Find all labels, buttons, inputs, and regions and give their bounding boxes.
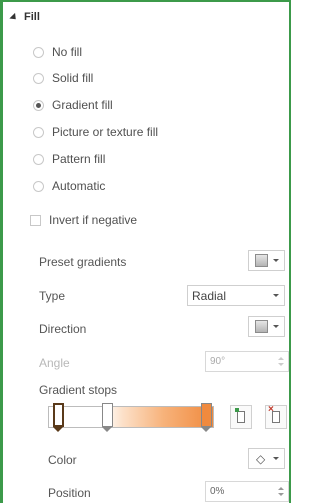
- chevron-down-icon: [273, 325, 279, 328]
- preset-gradients-dropdown[interactable]: [248, 250, 285, 271]
- chevron-down-icon: [273, 457, 279, 460]
- spinner-arrows-icon: [278, 357, 284, 366]
- invert-if-negative-checkbox[interactable]: [30, 214, 41, 226]
- radio-automatic[interactable]: [33, 180, 44, 192]
- position-spinner[interactable]: 0%: [205, 481, 289, 502]
- type-value: Radial: [192, 288, 227, 303]
- fill-option-label: No fill: [52, 45, 83, 59]
- fill-option-solid-fill[interactable]: Solid fill: [33, 69, 93, 87]
- angle-label: Angle: [39, 356, 70, 370]
- add-gradient-stop-button[interactable]: [230, 405, 252, 429]
- chevron-down-icon: [273, 259, 279, 262]
- fill-option-label: Gradient fill: [52, 98, 113, 112]
- position-label: Position: [48, 486, 91, 500]
- chevron-down-icon: [273, 294, 279, 297]
- position-value: 0%: [210, 486, 225, 497]
- add-stop-icon: [235, 408, 245, 423]
- fill-option-no-fill[interactable]: No fill: [33, 43, 82, 61]
- panel-right-border: [289, 0, 291, 503]
- fill-section-header[interactable]: Fill: [9, 8, 40, 26]
- radio-picture-fill[interactable]: [33, 126, 44, 138]
- direction-label: Direction: [39, 322, 87, 336]
- spinner-arrows-icon[interactable]: [278, 487, 284, 496]
- remove-gradient-stop-button[interactable]: [265, 404, 287, 429]
- radio-gradient-fill[interactable]: [33, 99, 44, 111]
- type-dropdown[interactable]: Radial: [187, 285, 285, 306]
- gradient-stop-1[interactable]: [53, 403, 64, 433]
- remove-stop-icon: [268, 404, 280, 423]
- gradient-stop-2[interactable]: [102, 403, 113, 433]
- fill-option-label: Solid fill: [52, 71, 94, 85]
- gradient-stop-3[interactable]: [201, 403, 212, 433]
- gradient-stops-label: Gradient stops: [39, 383, 118, 397]
- fill-option-gradient-fill[interactable]: Gradient fill: [33, 96, 113, 114]
- radio-no-fill[interactable]: [33, 46, 44, 58]
- direction-swatch-icon: [255, 320, 268, 333]
- fill-section-title: Fill: [24, 11, 40, 23]
- fill-option-label: Picture or texture fill: [52, 125, 159, 139]
- fill-option-label: Automatic: [52, 179, 106, 193]
- direction-dropdown[interactable]: [248, 316, 285, 337]
- panel-top-border: [0, 0, 291, 2]
- collapse-triangle-icon[interactable]: [9, 12, 19, 22]
- radio-pattern-fill[interactable]: [33, 153, 44, 165]
- angle-value: 90°: [210, 356, 226, 367]
- angle-spinner: 90°: [205, 351, 289, 372]
- gradient-stops-bar[interactable]: [48, 406, 214, 428]
- color-label: Color: [48, 453, 77, 467]
- type-label: Type: [39, 289, 66, 303]
- gradient-swatch-icon: [255, 254, 268, 267]
- fill-option-label: Pattern fill: [52, 152, 106, 166]
- color-dropdown[interactable]: ◇: [248, 448, 285, 469]
- fill-option-pattern-fill[interactable]: Pattern fill: [33, 150, 105, 168]
- invert-if-negative[interactable]: Invert if negative: [30, 211, 137, 229]
- paint-bucket-icon: ◇: [256, 451, 266, 466]
- fill-option-picture-fill[interactable]: Picture or texture fill: [33, 123, 158, 141]
- invert-if-negative-label: Invert if negative: [49, 213, 138, 227]
- preset-gradients-label: Preset gradients: [39, 255, 127, 269]
- fill-option-automatic[interactable]: Automatic: [33, 177, 105, 195]
- panel-left-border: [0, 0, 3, 503]
- radio-solid-fill[interactable]: [33, 72, 44, 84]
